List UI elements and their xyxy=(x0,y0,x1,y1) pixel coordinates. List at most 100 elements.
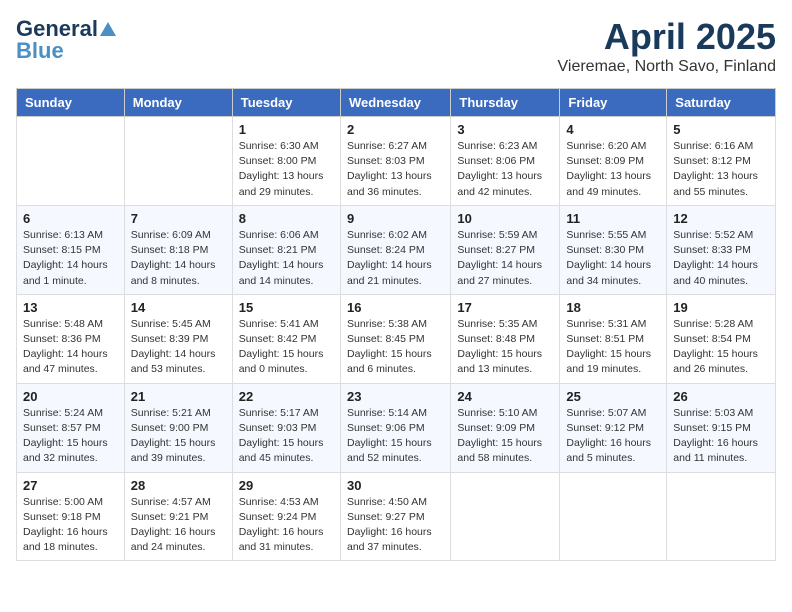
day-info: Sunrise: 6:09 AM Sunset: 8:18 PM Dayligh… xyxy=(131,228,226,289)
calendar-cell: 25 Sunrise: 5:07 AM Sunset: 9:12 PM Dayli… xyxy=(560,383,667,472)
calendar-cell: 26Sunrise: 5:03 AM Sunset: 9:15 PM Dayli… xyxy=(667,383,776,472)
calendar-cell: 29Sunrise: 4:53 AM Sunset: 9:24 PM Dayli… xyxy=(232,472,340,561)
day-info: Sunrise: 5:35 AM Sunset: 8:48 PM Dayligh… xyxy=(457,317,553,378)
calendar-cell: 4 Sunrise: 6:20 AM Sunset: 8:09 PM Daylig… xyxy=(560,117,667,206)
calendar-table: SundayMondayTuesdayWednesdayThursdayFrid… xyxy=(16,88,776,561)
calendar-cell xyxy=(560,472,667,561)
day-info: Sunrise: 5:38 AM Sunset: 8:45 PM Dayligh… xyxy=(347,317,444,378)
day-info: Sunrise: 5:03 AM Sunset: 9:15 PM Dayligh… xyxy=(673,406,769,467)
day-number: 11 xyxy=(566,211,660,226)
calendar-cell xyxy=(124,117,232,206)
day-number: 21 xyxy=(131,389,226,404)
calendar-cell: 2 Sunrise: 6:27 AM Sunset: 8:03 PM Daylig… xyxy=(340,117,450,206)
day-number: 7 xyxy=(131,211,226,226)
calendar-cell: 21 Sunrise: 5:21 AM Sunset: 9:00 PM Dayli… xyxy=(124,383,232,472)
day-number: 2 xyxy=(347,122,444,137)
day-number: 8 xyxy=(239,211,334,226)
day-number: 16 xyxy=(347,300,444,315)
calendar-cell: 19 Sunrise: 5:28 AM Sunset: 8:54 PM Dayli… xyxy=(667,294,776,383)
calendar-week-row: 20 Sunrise: 5:24 AM Sunset: 8:57 PM Dayli… xyxy=(17,383,776,472)
calendar-cell: 23Sunrise: 5:14 AM Sunset: 9:06 PM Dayli… xyxy=(340,383,450,472)
calendar-cell xyxy=(17,117,125,206)
calendar-cell: 1Sunrise: 6:30 AM Sunset: 8:00 PM Daylig… xyxy=(232,117,340,206)
day-number: 24 xyxy=(457,389,553,404)
day-info: Sunrise: 6:20 AM Sunset: 8:09 PM Dayligh… xyxy=(566,139,660,200)
day-info: Sunrise: 5:48 AM Sunset: 8:36 PM Dayligh… xyxy=(23,317,118,378)
weekday-header-thursday: Thursday xyxy=(451,89,560,117)
logo: General Blue xyxy=(16,16,116,64)
calendar-cell: 14Sunrise: 5:45 AM Sunset: 8:39 PM Dayli… xyxy=(124,294,232,383)
day-info: Sunrise: 6:13 AM Sunset: 8:15 PM Dayligh… xyxy=(23,228,118,289)
day-number: 5 xyxy=(673,122,769,137)
day-number: 29 xyxy=(239,478,334,493)
day-info: Sunrise: 5:55 AM Sunset: 8:30 PM Dayligh… xyxy=(566,228,660,289)
calendar-cell xyxy=(451,472,560,561)
day-number: 17 xyxy=(457,300,553,315)
day-number: 10 xyxy=(457,211,553,226)
page-header: General Blue April 2025 Vieremae, North … xyxy=(16,16,776,76)
calendar-cell: 20 Sunrise: 5:24 AM Sunset: 8:57 PM Dayli… xyxy=(17,383,125,472)
day-info: Sunrise: 5:31 AM Sunset: 8:51 PM Dayligh… xyxy=(566,317,660,378)
day-number: 20 xyxy=(23,389,118,404)
day-info: Sunrise: 5:52 AM Sunset: 8:33 PM Dayligh… xyxy=(673,228,769,289)
calendar-cell: 7 Sunrise: 6:09 AM Sunset: 8:18 PM Daylig… xyxy=(124,205,232,294)
weekday-header-wednesday: Wednesday xyxy=(340,89,450,117)
calendar-cell: 22 Sunrise: 5:17 AM Sunset: 9:03 PM Dayli… xyxy=(232,383,340,472)
day-info: Sunrise: 6:16 AM Sunset: 8:12 PM Dayligh… xyxy=(673,139,769,200)
day-info: Sunrise: 4:57 AM Sunset: 9:21 PM Dayligh… xyxy=(131,495,226,556)
calendar-cell: 8 Sunrise: 6:06 AM Sunset: 8:21 PM Daylig… xyxy=(232,205,340,294)
day-number: 3 xyxy=(457,122,553,137)
calendar-cell: 15Sunrise: 5:41 AM Sunset: 8:42 PM Dayli… xyxy=(232,294,340,383)
logo-triangle-icon xyxy=(100,22,116,36)
calendar-week-row: 1Sunrise: 6:30 AM Sunset: 8:00 PM Daylig… xyxy=(17,117,776,206)
day-info: Sunrise: 5:07 AM Sunset: 9:12 PM Dayligh… xyxy=(566,406,660,467)
calendar-cell xyxy=(667,472,776,561)
day-info: Sunrise: 5:28 AM Sunset: 8:54 PM Dayligh… xyxy=(673,317,769,378)
calendar-cell: 10 Sunrise: 5:59 AM Sunset: 8:27 PM Dayli… xyxy=(451,205,560,294)
calendar-cell: 13 Sunrise: 5:48 AM Sunset: 8:36 PM Dayli… xyxy=(17,294,125,383)
day-number: 23 xyxy=(347,389,444,404)
weekday-header-saturday: Saturday xyxy=(667,89,776,117)
calendar-cell: 3 Sunrise: 6:23 AM Sunset: 8:06 PM Daylig… xyxy=(451,117,560,206)
weekday-header-sunday: Sunday xyxy=(17,89,125,117)
day-info: Sunrise: 4:50 AM Sunset: 9:27 PM Dayligh… xyxy=(347,495,444,556)
weekday-header-tuesday: Tuesday xyxy=(232,89,340,117)
day-number: 30 xyxy=(347,478,444,493)
calendar-cell: 30 Sunrise: 4:50 AM Sunset: 9:27 PM Dayli… xyxy=(340,472,450,561)
day-info: Sunrise: 6:06 AM Sunset: 8:21 PM Dayligh… xyxy=(239,228,334,289)
location: Vieremae, North Savo, Finland xyxy=(558,58,776,76)
day-number: 18 xyxy=(566,300,660,315)
day-info: Sunrise: 5:00 AM Sunset: 9:18 PM Dayligh… xyxy=(23,495,118,556)
day-number: 12 xyxy=(673,211,769,226)
day-info: Sunrise: 6:23 AM Sunset: 8:06 PM Dayligh… xyxy=(457,139,553,200)
day-info: Sunrise: 5:21 AM Sunset: 9:00 PM Dayligh… xyxy=(131,406,226,467)
day-info: Sunrise: 5:59 AM Sunset: 8:27 PM Dayligh… xyxy=(457,228,553,289)
title-block: April 2025 Vieremae, North Savo, Finland xyxy=(558,16,776,76)
day-info: Sunrise: 5:17 AM Sunset: 9:03 PM Dayligh… xyxy=(239,406,334,467)
day-number: 19 xyxy=(673,300,769,315)
day-number: 25 xyxy=(566,389,660,404)
calendar-cell: 9Sunrise: 6:02 AM Sunset: 8:24 PM Daylig… xyxy=(340,205,450,294)
calendar-cell: 5 Sunrise: 6:16 AM Sunset: 8:12 PM Daylig… xyxy=(667,117,776,206)
calendar-week-row: 6 Sunrise: 6:13 AM Sunset: 8:15 PM Daylig… xyxy=(17,205,776,294)
calendar-cell: 18 Sunrise: 5:31 AM Sunset: 8:51 PM Dayli… xyxy=(560,294,667,383)
day-number: 28 xyxy=(131,478,226,493)
calendar-cell: 24Sunrise: 5:10 AM Sunset: 9:09 PM Dayli… xyxy=(451,383,560,472)
day-number: 13 xyxy=(23,300,118,315)
day-info: Sunrise: 6:27 AM Sunset: 8:03 PM Dayligh… xyxy=(347,139,444,200)
day-number: 6 xyxy=(23,211,118,226)
weekday-header-row: SundayMondayTuesdayWednesdayThursdayFrid… xyxy=(17,89,776,117)
calendar-cell: 6 Sunrise: 6:13 AM Sunset: 8:15 PM Daylig… xyxy=(17,205,125,294)
weekday-header-monday: Monday xyxy=(124,89,232,117)
day-number: 4 xyxy=(566,122,660,137)
day-number: 27 xyxy=(23,478,118,493)
calendar-cell: 12 Sunrise: 5:52 AM Sunset: 8:33 PM Dayli… xyxy=(667,205,776,294)
calendar-week-row: 27 Sunrise: 5:00 AM Sunset: 9:18 PM Dayli… xyxy=(17,472,776,561)
day-info: Sunrise: 5:41 AM Sunset: 8:42 PM Dayligh… xyxy=(239,317,334,378)
day-info: Sunrise: 5:24 AM Sunset: 8:57 PM Dayligh… xyxy=(23,406,118,467)
day-info: Sunrise: 6:30 AM Sunset: 8:00 PM Dayligh… xyxy=(239,139,334,200)
weekday-header-friday: Friday xyxy=(560,89,667,117)
calendar-week-row: 13 Sunrise: 5:48 AM Sunset: 8:36 PM Dayli… xyxy=(17,294,776,383)
day-number: 22 xyxy=(239,389,334,404)
day-info: Sunrise: 6:02 AM Sunset: 8:24 PM Dayligh… xyxy=(347,228,444,289)
